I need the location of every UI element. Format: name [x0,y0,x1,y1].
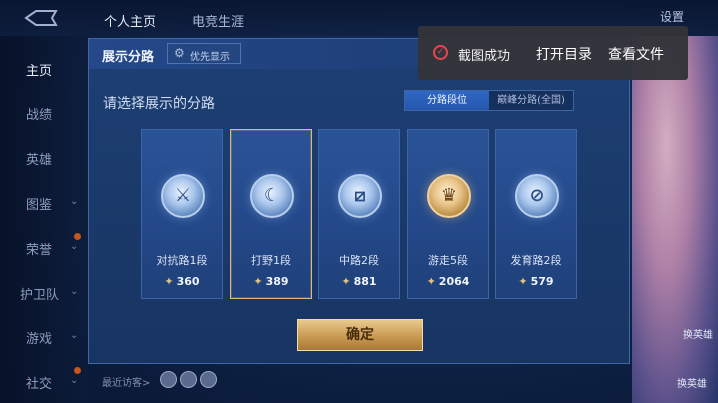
lane-card-mid[interactable]: ⧄ 中路2段 ✦ 881 [318,129,400,299]
sidebar-item-label: 图鉴 [26,198,53,213]
success-check-icon: ✓ [433,45,448,60]
back-logo-icon[interactable] [22,10,60,26]
lane-card-name: 发育路2段 [510,254,562,267]
lane-card-name: 游走5段 [428,254,468,267]
lane-card-score: ✦ 579 [518,275,554,288]
tab-peak-lane-national[interactable]: 巅峰分路(全国) [489,91,573,110]
sidebar-item-label: 主页 [26,64,53,79]
lane-card-jungle[interactable]: ☾ 打野1段 ✦ 389 [230,129,312,299]
lane-card-name: 打野1段 [251,254,291,267]
jungle-icon: ☾ [250,174,294,218]
chevron-down-icon: ⌄ [70,330,79,341]
open-folder-link[interactable]: 打开目录 [536,44,592,64]
lane-card-score: ✦ 360 [164,275,200,288]
screenshot-toast: ✓ 截图成功 打开目录 查看文件 [418,26,688,80]
lane-card-score: ✦ 881 [341,275,377,288]
lane-display-dialog: 展示分路 ⚙ 优先显示 请选择展示的分路 分路段位 巅峰分路(全国) ⚔ 对抗路… [88,38,631,364]
hero-portrait [632,36,718,403]
sidebar: 主页 战绩 英雄 图鉴 ⌄ 荣誉 ⌄ 护卫队 ⌄ 游戏 ⌄ 社交 ⌄ [0,36,88,403]
change-hero-label[interactable]: 换英雄 [683,326,713,341]
chevron-down-icon: ⌄ [70,375,79,386]
score-icon: ✦ [426,275,436,288]
priority-display-button[interactable]: ⚙ 优先显示 [167,43,241,64]
settings-button[interactable]: 设置 [660,8,684,25]
farm-lane-icon: ⊘ [515,174,559,218]
tab-profile-home[interactable]: 个人主页 [104,11,156,30]
avatar[interactable] [160,371,177,388]
lane-card-name: 中路2段 [339,254,379,267]
chevron-down-icon: ⌄ [70,196,79,207]
avatar[interactable] [200,371,217,388]
lane-card-score: ✦ 389 [253,275,289,288]
sidebar-item-label: 荣誉 [26,243,53,258]
score-icon: ✦ [253,275,263,288]
toast-message: 截图成功 [458,49,511,64]
priority-display-label: 优先显示 [190,52,230,63]
gear-icon: ⚙ [174,46,185,60]
notification-dot [74,233,81,240]
clash-lane-icon: ⚔ [161,174,205,218]
sidebar-item-label: 护卫队 [20,288,60,303]
lane-card-clash[interactable]: ⚔ 对抗路1段 ✦ 360 [141,129,223,299]
sidebar-item-label: 社交 [26,377,53,392]
score-icon: ✦ [518,275,528,288]
mid-lane-icon: ⧄ [338,174,382,218]
roam-icon: ♛ [427,174,471,218]
tab-lane-rank[interactable]: 分路段位 [405,91,489,110]
chevron-down-icon: ⌄ [70,241,79,252]
sidebar-item-label: 游戏 [26,332,53,347]
sidebar-item-label: 英雄 [26,153,53,168]
chevron-down-icon: ⌄ [70,286,79,297]
lane-card-roam[interactable]: ♛ 游走5段 ✦ 2064 [407,129,489,299]
lane-card-score: ✦ 2064 [426,275,470,288]
lane-type-tabs: 分路段位 巅峰分路(全国) [404,90,574,111]
view-file-link[interactable]: 查看文件 [608,44,664,64]
avatar[interactable] [180,371,197,388]
dialog-prompt: 请选择展示的分路 [103,96,215,112]
recent-visitors-link[interactable]: 最近访客> [102,374,150,389]
sidebar-item-label: 战绩 [26,108,53,123]
lane-card-name: 对抗路1段 [156,254,208,267]
score-icon: ✦ [341,275,351,288]
lane-card-farm[interactable]: ⊘ 发育路2段 ✦ 579 [495,129,577,299]
score-icon: ✦ [164,275,174,288]
tab-esports-career[interactable]: 电竞生涯 [192,11,244,30]
dialog-title: 展示分路 [102,50,155,65]
change-hero-button[interactable]: 换英雄 [677,375,707,390]
notification-dot [74,367,81,374]
confirm-button[interactable]: 确定 [297,319,423,351]
